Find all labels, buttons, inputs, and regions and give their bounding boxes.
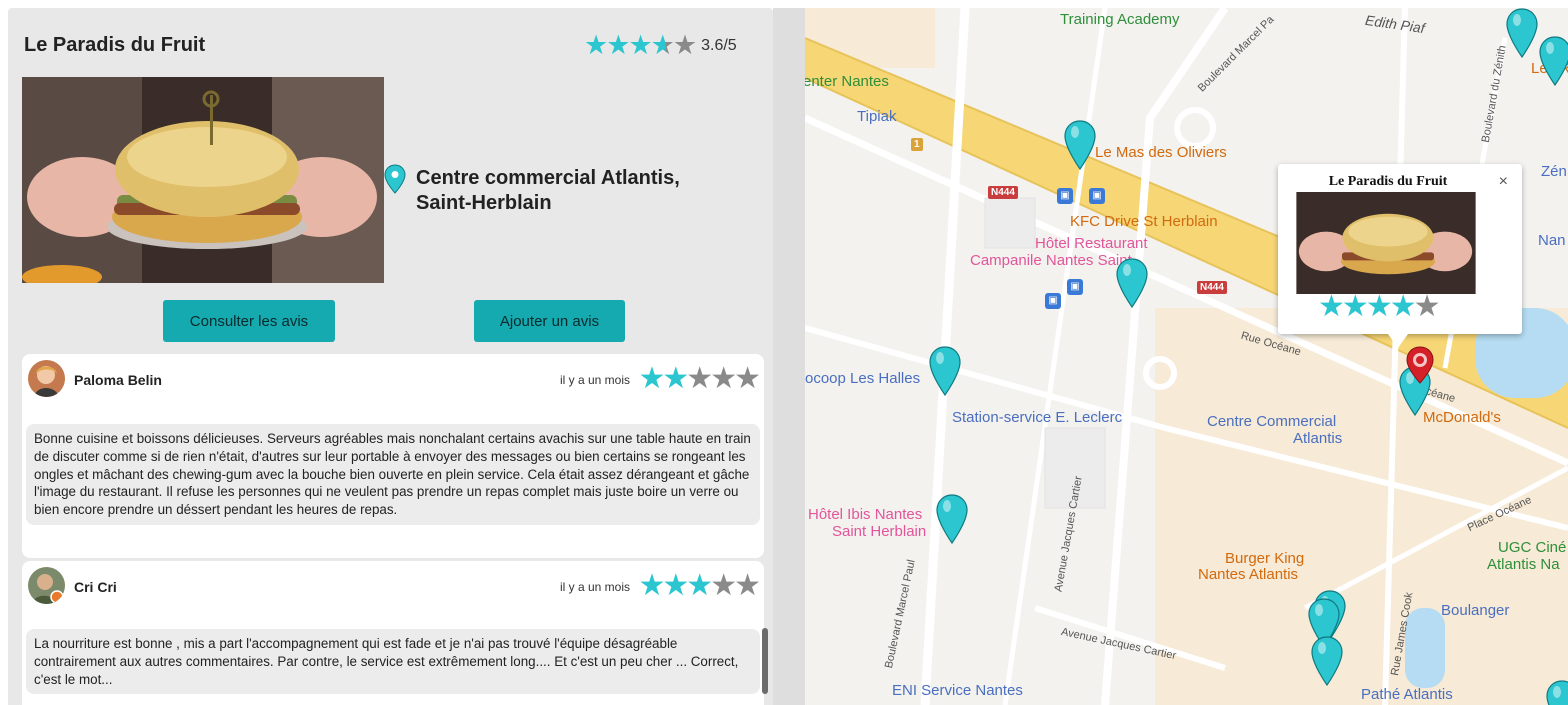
map-poi-label[interactable]: UGC Ciné — [1498, 539, 1566, 556]
road-sign: 1 — [911, 138, 923, 151]
close-icon[interactable]: × — [1499, 173, 1508, 191]
review-time: il y a un mois — [559, 373, 630, 387]
map-poi-label[interactable]: enter Nantes — [805, 73, 889, 90]
star-icon: ★ — [734, 569, 761, 602]
map[interactable]: Training Academy Edith Piaf enter Nantes… — [805, 8, 1568, 705]
star-icon: ★ — [710, 362, 738, 395]
restaurant-title: Le Paradis du Fruit — [24, 34, 206, 56]
bus-stop-icon[interactable]: ▣ — [1057, 188, 1073, 204]
review-scrollbar[interactable] — [762, 628, 768, 694]
restaurant-marker[interactable] — [1505, 8, 1539, 63]
info-window-title: Le Paradis du Fruit — [1328, 174, 1448, 189]
consult-reviews-button[interactable]: Consulter les avis — [163, 300, 335, 342]
star-icon: ★ — [606, 30, 631, 60]
star-icon: ★ — [1341, 290, 1369, 323]
map-poi-label[interactable]: ENI Service Nantes — [892, 682, 1023, 699]
restaurant-marker[interactable] — [928, 346, 962, 401]
map-poi-label[interactable]: ocoop Les Halles — [805, 370, 920, 387]
star-icon: ★ — [638, 569, 666, 602]
review-card: Paloma Belin il y a un mois ★ ★ ★ ★ ★ Bonne … — [22, 354, 764, 558]
map-poi-label[interactable]: Atlantis — [1293, 430, 1342, 447]
star-icon: ★ — [1413, 290, 1441, 323]
map-info-window: Le Paradis du Fruit × ★ ★ ★ ★ ★ — [1278, 164, 1522, 348]
address-line-1: Centre commercial Atlantis, — [416, 167, 680, 189]
map-poi-label[interactable]: Burger King — [1225, 550, 1304, 567]
bus-stop-icon[interactable]: ▣ — [1089, 188, 1105, 204]
restaurant-marker[interactable] — [1310, 636, 1344, 691]
info-window-stars: ★ ★ ★ ★ ★ — [1318, 290, 1441, 323]
review-author: Cri Cri — [74, 579, 117, 595]
star-icon: ★ — [686, 569, 714, 602]
review-author: Paloma Belin — [74, 372, 162, 388]
map-poi-label[interactable]: Le Mas des Oliviers — [1095, 144, 1227, 161]
star-icon: ★ — [1389, 290, 1417, 323]
star-icon: ★ — [638, 362, 666, 395]
star-icon: ★ — [710, 569, 738, 602]
star-icon: ★ — [628, 30, 653, 60]
avatar — [28, 567, 65, 604]
info-window-photo — [1296, 192, 1476, 294]
star-icon: ★ — [1365, 290, 1393, 323]
map-poi-label[interactable]: Hôtel Restaurant — [1035, 235, 1148, 252]
address-line-2: Saint-Herblain — [416, 192, 552, 214]
star-icon: ★ — [672, 30, 698, 60]
road-sign: N444 — [988, 186, 1018, 199]
map-poi-label[interactable]: Pathé Atlantis — [1361, 686, 1453, 703]
rating-text: 3.6/5 — [701, 36, 737, 54]
map-poi-label[interactable]: Saint Herblain — [832, 523, 926, 540]
restaurant-panel: Le Paradis du Fruit ★ ★ ★ ★ ★ 3.6/5 Centre c… — [8, 8, 773, 705]
review-header: Paloma Belin il y a un mois ★ ★ ★ ★ ★ — [22, 354, 764, 402]
map-poi-label[interactable]: Hôtel Ibis Nantes — [808, 506, 922, 523]
bus-stop-icon[interactable]: ▣ — [1045, 293, 1061, 309]
review-text: La nourriture est bonne , mis a part l'a… — [26, 629, 760, 695]
restaurant-photo — [22, 77, 384, 283]
map-poi-label[interactable]: McDonald's — [1423, 409, 1501, 426]
location-pin-icon — [384, 164, 406, 199]
review-card: Cri Cri il y a un mois ★ ★ ★ ★ ★ La nourritu… — [22, 561, 764, 705]
info-window-pointer — [1388, 334, 1408, 348]
restaurant-rating: ★ ★ ★ ★ ★ 3.6/5 — [584, 32, 737, 59]
map-poi-label[interactable]: Nantes Atlantis — [1198, 566, 1298, 583]
map-poi-label[interactable]: Nan — [1538, 232, 1566, 249]
panel-divider — [773, 8, 805, 705]
selected-restaurant-marker[interactable] — [1405, 346, 1435, 389]
rating-stars: ★ ★ ★ ★ ★ — [584, 30, 698, 60]
review-time: il y a un mois — [559, 580, 630, 594]
star-icon: ★ — [1318, 290, 1345, 323]
review-text: Bonne cuisine et boissons délicieuses. S… — [26, 424, 760, 525]
review-header: Cri Cri il y a un mois ★ ★ ★ ★ ★ — [22, 561, 764, 609]
map-poi-label[interactable]: Training Academy — [1060, 11, 1180, 28]
star-icon: ★ — [650, 30, 675, 60]
map-poi-label[interactable]: Zén — [1541, 163, 1567, 180]
restaurant-marker[interactable] — [1545, 680, 1568, 705]
review-stars: ★ ★ ★ ★ ★ — [638, 569, 761, 602]
map-poi-label[interactable]: Station-service E. Leclerc — [952, 409, 1122, 426]
map-poi-label[interactable]: Atlantis Na — [1487, 556, 1560, 573]
review-stars: ★ ★ ★ ★ ★ — [638, 362, 761, 395]
map-poi-label[interactable]: Centre Commercial — [1207, 413, 1336, 430]
restaurant-marker[interactable] — [1063, 120, 1097, 175]
restaurant-marker[interactable] — [1538, 36, 1568, 91]
restaurant-address: Centre commercial Atlantis, Saint-Herbla… — [416, 166, 756, 216]
star-icon: ★ — [734, 362, 761, 395]
map-poi-label[interactable]: KFC Drive St Herblain — [1070, 213, 1218, 230]
road-sign: N444 — [1197, 281, 1227, 294]
map-poi-label[interactable]: Tipiak — [857, 108, 896, 125]
add-review-button[interactable]: Ajouter un avis — [474, 300, 625, 342]
star-icon: ★ — [662, 569, 690, 602]
avatar — [28, 360, 65, 397]
star-icon: ★ — [584, 30, 609, 60]
bus-stop-icon[interactable]: ▣ — [1067, 279, 1083, 295]
star-icon: ★ — [686, 362, 714, 395]
map-poi-label[interactable]: Boulanger — [1441, 602, 1509, 619]
restaurant-marker[interactable] — [1115, 258, 1149, 313]
star-icon: ★ — [662, 362, 690, 395]
restaurant-marker[interactable] — [935, 494, 969, 549]
